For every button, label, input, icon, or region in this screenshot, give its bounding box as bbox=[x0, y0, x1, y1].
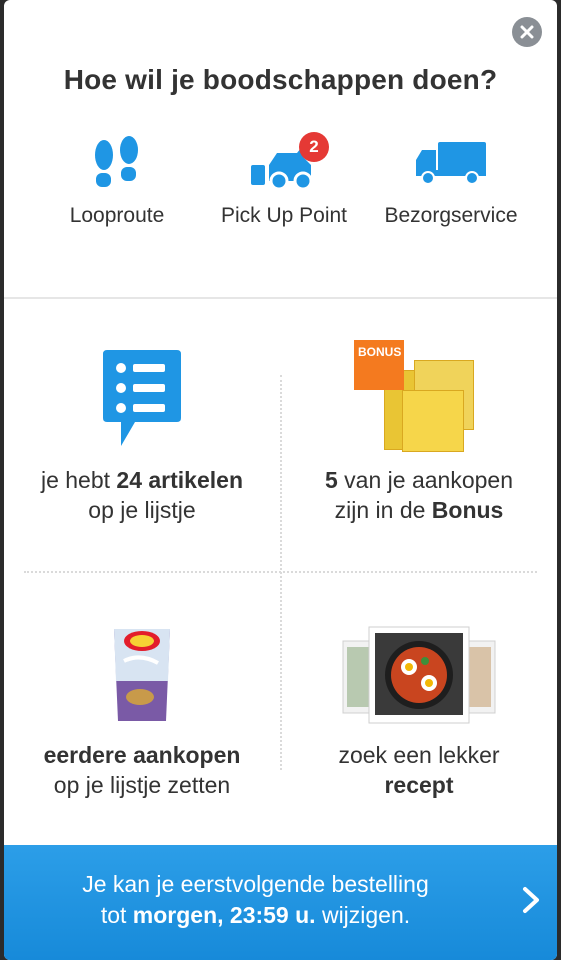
chevron-right-icon bbox=[523, 887, 539, 913]
close-icon bbox=[520, 25, 534, 39]
close-button[interactable] bbox=[512, 17, 542, 47]
delivery-truck-icon bbox=[416, 142, 486, 185]
dialog-title: Hoe wil je boodschappen doen? bbox=[63, 64, 498, 95]
option-looproute[interactable]: Looproute bbox=[32, 130, 202, 228]
section-divider bbox=[4, 297, 557, 299]
chips-bag-image bbox=[114, 629, 170, 721]
order-change-banner[interactable]: Je kan je eerstvolgende bestelling tot m… bbox=[4, 845, 557, 960]
tile-bonus-line1: 5 van je aankopen bbox=[325, 467, 513, 493]
tile-list-line1: je hebt 24 artikelen bbox=[40, 467, 244, 493]
bonus-tag: BONUS bbox=[354, 340, 404, 390]
tile-bonus-line2: zijn in de Bonus bbox=[334, 497, 504, 523]
tile-recipe-line2: recept bbox=[384, 772, 454, 798]
shopping-list-icon bbox=[103, 350, 181, 446]
tile-recipe-line1: zoek een lekker bbox=[338, 742, 500, 768]
option-pickup-point[interactable]: 2 Pick Up Point bbox=[199, 130, 369, 228]
option-pickup-label: Pick Up Point bbox=[220, 204, 348, 227]
option-looproute-label: Looproute bbox=[69, 204, 165, 227]
footsteps-icon bbox=[95, 136, 138, 187]
tile-recipe[interactable]: zoek een lekker recept bbox=[281, 610, 557, 860]
pickup-badge: 2 bbox=[299, 132, 329, 162]
tile-prev-line2: op je lijstje zetten bbox=[53, 772, 231, 798]
bonus-products-image: BONUS bbox=[354, 340, 484, 460]
tile-bonus[interactable]: BONUS 5 van je aankopen zijn in de Bonus bbox=[281, 335, 557, 585]
tile-shopping-list[interactable]: je hebt 24 artikelen op je lijstje bbox=[4, 335, 280, 585]
tile-list-line2: op je lijstje bbox=[88, 497, 196, 523]
tile-prev-line1: eerdere aankopen bbox=[43, 742, 241, 768]
footer-line2: tot morgen, 23:59 u. wijzigen. bbox=[100, 902, 411, 928]
option-bezorgservice[interactable]: Bezorgservice bbox=[366, 130, 536, 228]
shopping-options: Looproute 2 Pick Up Point Bezorgservice bbox=[4, 130, 557, 240]
recipe-photos-image bbox=[342, 626, 496, 724]
tile-previous-purchases[interactable]: eerdere aankopen op je lijstje zetten bbox=[4, 610, 280, 860]
option-bezorgservice-label: Bezorgservice bbox=[384, 204, 518, 227]
shopping-method-dialog: Hoe wil je boodschappen doen? Looproute bbox=[4, 0, 557, 960]
footer-line1: Je kan je eerstvolgende bestelling bbox=[82, 871, 429, 897]
